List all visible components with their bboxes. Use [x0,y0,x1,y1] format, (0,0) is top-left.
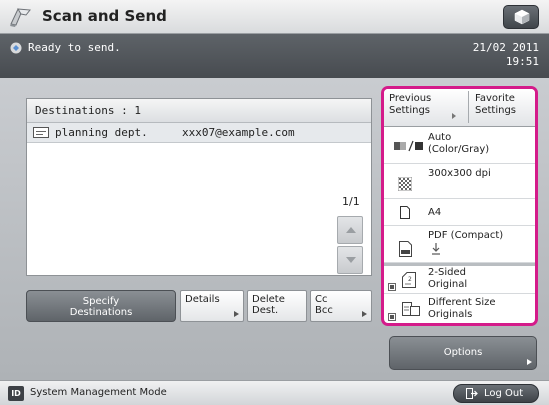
different-size-line1: Different Size [428,297,496,308]
settings-tabs: Previous Settings Favorite Settings [384,89,535,127]
specify-label-line1: Specify [82,296,120,307]
logout-icon [466,388,478,399]
tab-favorite-settings[interactable]: Favorite Settings [468,91,532,123]
chevron-right-icon [234,311,239,317]
two-sided-icon: 2 [402,272,416,288]
arrow-down-icon [346,257,356,263]
delete-label-line1: Delete [252,294,285,305]
chevron-right-icon [362,311,367,317]
page-indicator: 1/1 [342,195,360,208]
file-format-setting[interactable]: PDF (Compact) [384,227,535,263]
destinations-header: Destinations : 1 [27,99,371,123]
status-ready-icon [10,42,22,54]
scroll-up-button[interactable] [337,216,363,244]
tab-favorite-line2: Settings [475,105,517,116]
small-settings-icon [388,283,396,291]
logout-button[interactable]: Log Out [453,384,539,403]
status-time: 19:51 [505,55,539,68]
cc-label-line1: Cc [315,294,328,305]
tab-previous-line1: Previous [389,93,432,104]
status-date: 21/02 2011 [472,41,539,54]
resolution-icon [398,177,412,191]
destinations-list: Destinations : 1 planning dept. xxx07@ex… [26,98,372,276]
two-sided-line1: 2-Sided [428,267,466,278]
arrow-up-icon [346,227,356,233]
specify-destinations-button[interactable]: Specify Destinations [26,290,176,322]
delete-label-line2: Dest. [252,305,279,316]
different-size-setting[interactable]: Different Size Originals [384,295,535,323]
scroll-down-button[interactable] [337,246,363,274]
bottom-bar: ID System Management Mode Log Out [0,380,549,405]
tab-favorite-line1: Favorite [475,93,515,104]
pdf-file-icon [399,241,412,257]
status-message: Ready to send. [28,41,121,54]
settings-panel: Previous Settings Favorite Settings Auto… [381,86,538,326]
resolution-label: 300x300 dpi [428,168,491,179]
color-mode-line2: (Color/Gray) [428,144,490,155]
chevron-right-icon [452,113,456,119]
main-area: Destinations : 1 planning dept. xxx07@ex… [0,78,549,380]
paper-size-label: A4 [428,207,442,218]
destination-name: planning dept. [55,126,148,139]
details-button[interactable]: Details [180,290,244,322]
specify-label-line2: Destinations [69,307,133,318]
different-size-line2: Originals [428,309,473,320]
screen: Scan and Send Ready to send. 21/02 2011 … [0,0,549,405]
resolution-setting[interactable]: 300x300 dpi [384,165,535,199]
scan-send-icon [10,8,31,27]
cc-label-line2: Bcc [315,305,333,316]
two-sided-line2: Original [428,279,468,290]
menu-button[interactable] [503,5,539,29]
status-bar: Ready to send. 21/02 2011 19:51 [0,34,549,78]
two-sided-setting[interactable]: 2 2-Sided Original [384,266,535,294]
address-card-icon [33,127,49,138]
color-mode-line1: Auto [428,132,452,143]
color-mode-setting[interactable]: Auto (Color/Gray) [384,128,535,164]
tab-previous-line2: Settings [389,105,431,116]
destination-row[interactable]: planning dept. xxx07@example.com [27,123,371,143]
destination-address: xxx07@example.com [182,126,295,139]
page-title: Scan and Send [42,7,167,25]
title-bar: Scan and Send [0,0,549,34]
logout-label: Log Out [484,388,524,399]
paper-icon [400,206,410,219]
id-icon: ID [8,386,24,401]
color-mode-icon [394,140,423,152]
cc-bcc-button[interactable]: Cc Bcc [310,290,372,322]
svg-text:2: 2 [408,276,412,283]
options-label: Options [443,347,483,358]
tab-previous-settings[interactable]: Previous Settings [389,93,459,117]
different-size-icon [402,302,420,316]
paper-size-setting[interactable]: A4 [384,200,535,226]
chevron-right-icon [527,359,532,365]
file-format-label: PDF (Compact) [428,230,504,241]
compress-down-icon [432,243,440,255]
system-mode-label: System Management Mode [30,387,167,398]
cube-icon [514,9,530,25]
delete-dest-button[interactable]: Delete Dest. [247,290,307,322]
options-button[interactable]: Options [389,336,537,370]
details-label: Details [185,294,220,305]
small-settings-icon [388,313,396,321]
